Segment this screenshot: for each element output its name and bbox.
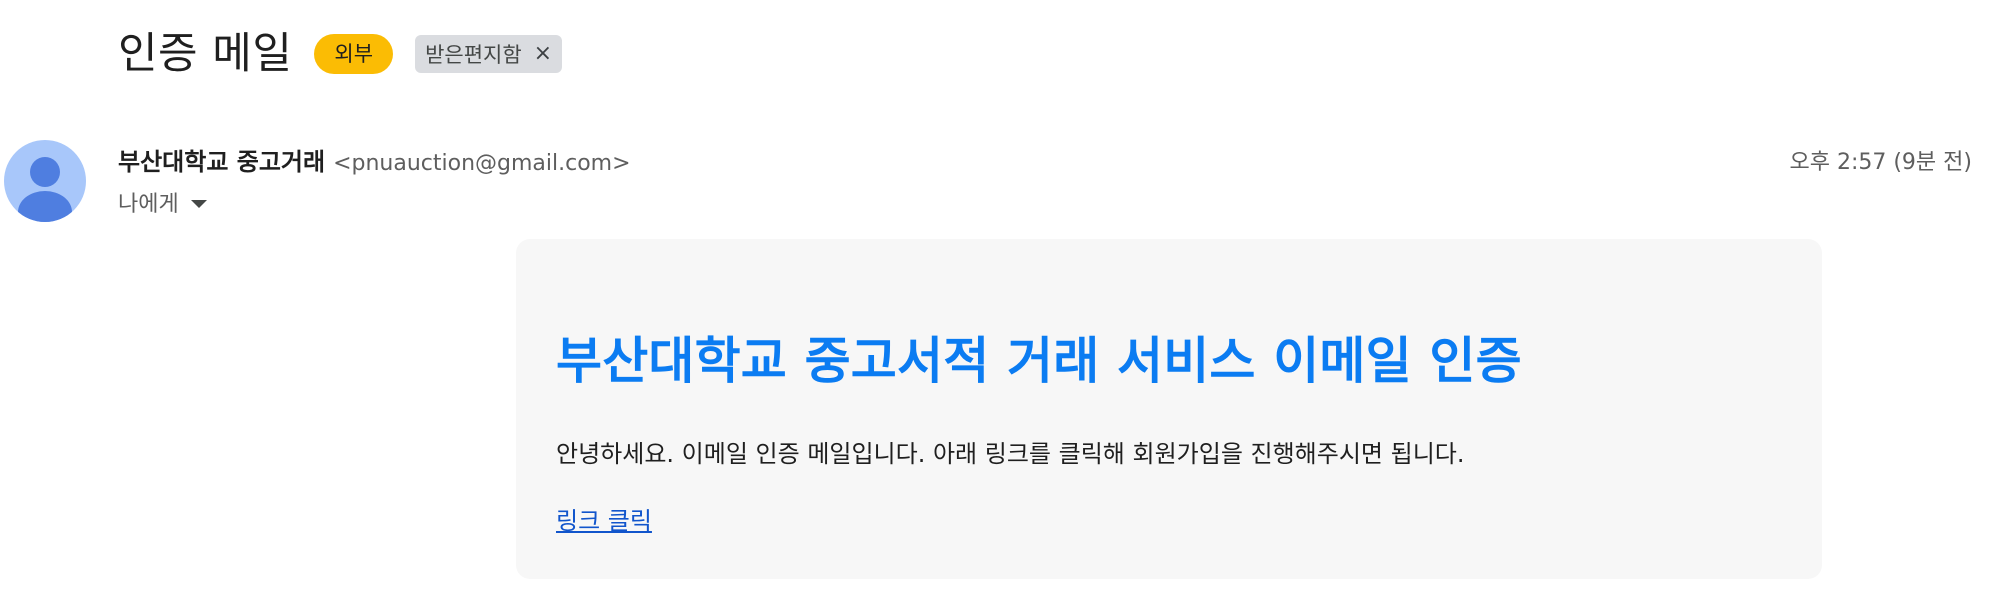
body-heading: 부산대학교 중고서적 거래 서비스 이메일 인증: [556, 332, 1522, 390]
subject-row: 인증 메일 외부 받은편지함 ×: [118, 24, 563, 84]
inbox-label-chip[interactable]: 받은편지함 ×: [415, 35, 563, 73]
external-badge: 외부: [314, 34, 394, 74]
email-view: 인증 메일 외부 받은편지함 × 부산대학교 중고거래 <pnuauction@…: [0, 0, 2000, 602]
sender-line: 부산대학교 중고거래 <pnuauction@gmail.com>: [118, 142, 631, 178]
recipient-line[interactable]: 나에게: [118, 186, 207, 218]
inbox-label-text: 받은편지함: [425, 43, 522, 67]
chevron-down-icon[interactable]: [190, 200, 207, 208]
email-subject: 인증 메일: [118, 29, 293, 79]
email-body-card: 부산대학교 중고서적 거래 서비스 이메일 인증 안녕하세요. 이메일 인증 메…: [516, 239, 1822, 579]
remove-label-icon[interactable]: ×: [534, 43, 552, 65]
person-icon: [18, 157, 72, 222]
message-timestamp: 오후 2:57 (9분 전): [1789, 150, 1972, 175]
sender-avatar[interactable]: [4, 140, 86, 222]
verification-link[interactable]: 링크 클릭: [556, 501, 652, 536]
sender-email: <pnuauction@gmail.com>: [333, 151, 631, 176]
recipient-label: 나에게: [118, 192, 179, 217]
sender-name[interactable]: 부산대학교 중고거래: [118, 142, 325, 177]
body-text: 안녕하세요. 이메일 인증 메일입니다. 아래 링크를 클릭해 회원가입을 진행…: [556, 440, 1465, 468]
